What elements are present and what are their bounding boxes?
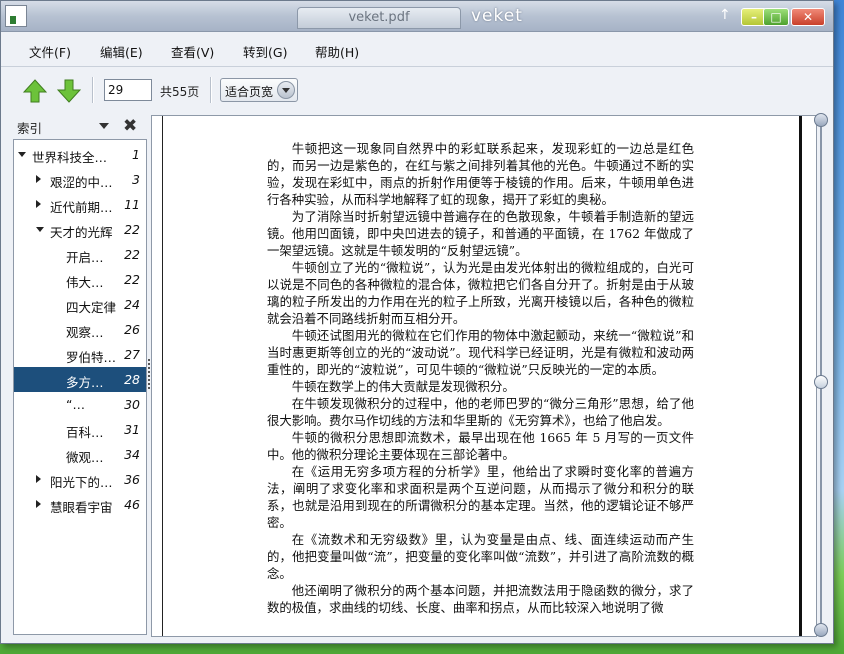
paragraph: 牛顿在数学上的伟大贡献是发现微积分。: [291, 379, 515, 394]
toolbar-separator: [92, 77, 94, 103]
tree-item-page: 28: [124, 372, 140, 387]
tree-item[interactable]: 多方… 28: [14, 367, 146, 392]
window-app-name: veket: [471, 6, 523, 26]
tree-item[interactable]: 世界科技全… 1: [14, 142, 146, 167]
expander-collapsed-icon[interactable]: [36, 175, 41, 183]
tree-item[interactable]: “… 30: [14, 392, 146, 417]
tree-item[interactable]: 近代前期… 11: [14, 192, 146, 217]
title-bar[interactable]: veket.pdf veket ↑ – □ ✕: [1, 1, 833, 32]
sidebar-header: 索引 ✖: [13, 115, 147, 137]
expander-collapsed-icon[interactable]: [36, 200, 41, 208]
tree-item-page: 11: [124, 197, 140, 212]
tree-item-label: 慧眼看宇宙: [50, 500, 113, 515]
menu-view[interactable]: 查看(V): [171, 42, 214, 61]
tree-item-label: 世界科技全…: [32, 150, 108, 165]
index-tree: 世界科技全… 1 艰涩的中… 3 近代前期… 11 天才的光辉 22 开启… 22 伟大… 22 四大定…: [13, 139, 147, 635]
tree-item-label: 伟大…: [66, 275, 104, 290]
page-total-label: 共55页: [160, 85, 200, 99]
menu-bar: 文件(F) 编辑(E) 查看(V) 转到(G) 帮助(H): [1, 32, 833, 67]
page-text: 牛顿把这一现象同自然界中的彩虹联系起来，发现彩虹的一边总是红色的，而另一边是紫色…: [267, 140, 694, 616]
close-window-button[interactable]: ✕: [791, 8, 825, 26]
window-tab-title[interactable]: veket.pdf: [297, 7, 461, 29]
window-menu-arrow-icon[interactable]: ↑: [719, 7, 731, 23]
tree-item-label: 罗伯特…: [66, 350, 117, 365]
tree-item-page: 22: [124, 222, 140, 237]
tree-item[interactable]: 阳光下的… 36: [14, 467, 146, 492]
paragraph: 牛顿的微积分思想即流数术，最早出现在他 1665 年 5 月写的一页文件中。他的…: [267, 430, 694, 462]
zoom-select[interactable]: 适合页宽: [220, 78, 298, 102]
previous-page-arrow-icon[interactable]: [23, 79, 47, 103]
tree-item-label: 多方…: [66, 375, 104, 390]
menu-edit[interactable]: 编辑(E): [100, 42, 143, 61]
maximize-button[interactable]: □: [763, 8, 789, 26]
paragraph: 在《流数术和无穷级数》里，认为变量是由点、线、面连续运动而产生的，他把变量叫做“…: [267, 532, 694, 581]
scroll-up-icon[interactable]: [814, 113, 828, 127]
tree-item-page: 26: [124, 322, 140, 337]
tree-item-label: 艰涩的中…: [50, 175, 113, 190]
page-number-input[interactable]: [104, 79, 152, 101]
paragraph: 牛顿把这一现象同自然界中的彩虹联系起来，发现彩虹的一边总是红色的，而另一边是紫色…: [267, 141, 694, 207]
tree-item-page: 1: [132, 147, 140, 162]
tree-item-page: 22: [124, 272, 140, 287]
tree-item[interactable]: 开启… 22: [14, 242, 146, 267]
expander-expanded-icon[interactable]: [18, 152, 26, 157]
tree-item-page: 24: [124, 297, 140, 312]
main-window: veket.pdf veket ↑ – □ ✕ 文件(F) 编辑(E) 查看(V…: [0, 0, 834, 644]
toolbar: 共55页 适合页宽: [1, 67, 833, 113]
close-sidebar-icon[interactable]: ✖: [123, 116, 137, 136]
paragraph: 牛顿还试图用光的微粒在它们作用的物体中激起颤动，来统一“微粒说”和当时惠更斯等创…: [267, 328, 694, 377]
tree-item-label: 百科…: [66, 425, 104, 440]
sidebar-mode-dropdown-icon[interactable]: [99, 123, 109, 129]
tree-item-label: 阳光下的…: [50, 475, 113, 490]
tree-item-page: 22: [124, 247, 140, 262]
zoom-select-value: 适合页宽: [225, 85, 274, 99]
tree-item-label: 开启…: [66, 250, 104, 265]
menu-file[interactable]: 文件(F): [29, 42, 71, 61]
tree-item-label: 观察…: [66, 325, 104, 340]
tree-item[interactable]: 慧眼看宇宙 46: [14, 492, 146, 517]
tree-item[interactable]: 罗伯特… 27: [14, 342, 146, 367]
tree-item[interactable]: 艰涩的中… 3: [14, 167, 146, 192]
tree-item[interactable]: 伟大… 22: [14, 267, 146, 292]
paragraph: 在《运用无穷多项方程的分析学》里，他给出了求瞬时变化率的普遍方法，阐明了求变化率…: [267, 464, 694, 530]
tree-item-label: 四大定律: [66, 300, 117, 315]
tree-item-page: 27: [124, 347, 140, 362]
app-document-icon[interactable]: [5, 5, 27, 27]
document-view[interactable]: 牛顿把这一现象同自然界中的彩虹联系起来，发现彩虹的一边总是红色的，而另一边是紫色…: [151, 115, 817, 637]
tree-item-page: 30: [124, 397, 140, 412]
tree-item[interactable]: 四大定律 24: [14, 292, 146, 317]
paragraph: 他还阐明了微积分的两个基本问题，并把流数法用于隐函数的微分，求了数的极值，求曲线…: [267, 583, 694, 615]
tree-item-page: 34: [124, 447, 140, 462]
paragraph: 牛顿创立了光的“微粒说”，认为光是由发光体射出的微粒组成的，白光可以说是不同色的…: [267, 260, 694, 326]
tree-item-page: 3: [132, 172, 140, 187]
tree-item-page: 31: [124, 422, 140, 437]
paragraph: 为了消除当时折射望远镜中普遍存在的色散现象，牛顿着手制造新的望远镜。他用凹面镜，…: [267, 209, 694, 258]
tree-item[interactable]: 观察… 26: [14, 317, 146, 342]
tree-item[interactable]: 微观… 34: [14, 442, 146, 467]
scroll-down-icon[interactable]: [814, 623, 828, 637]
next-page-arrow-icon[interactable]: [57, 79, 81, 103]
chevron-down-icon[interactable]: [277, 81, 295, 99]
paragraph: 在牛顿发现微积分的过程中，他的老师巴罗的“微分三角形”思想，给了他很大影响。费尔…: [267, 396, 694, 428]
expander-collapsed-icon[interactable]: [36, 475, 41, 483]
menu-help[interactable]: 帮助(H): [315, 42, 359, 61]
tree-item-label: 近代前期…: [50, 200, 113, 215]
tree-item-label: 天才的光辉: [50, 225, 113, 240]
tree-item-page: 46: [124, 497, 140, 512]
expander-collapsed-icon[interactable]: [36, 500, 41, 508]
menu-go[interactable]: 转到(G): [243, 42, 287, 61]
tree-item-label: “…: [66, 397, 85, 412]
sidebar-mode-label[interactable]: 索引: [17, 118, 42, 137]
tree-item[interactable]: 百科… 31: [14, 417, 146, 442]
expander-expanded-icon[interactable]: [36, 227, 44, 232]
scrollbar-thumb[interactable]: [814, 375, 828, 389]
tree-item[interactable]: 天才的光辉 22: [14, 217, 146, 242]
vertical-scrollbar[interactable]: [813, 113, 829, 638]
tree-item-page: 36: [124, 472, 140, 487]
tree-item-label: 微观…: [66, 450, 104, 465]
toolbar-separator: [210, 77, 212, 103]
pdf-page: 牛顿把这一现象同自然界中的彩虹联系起来，发现彩虹的一边总是红色的，而另一边是紫色…: [162, 116, 802, 636]
